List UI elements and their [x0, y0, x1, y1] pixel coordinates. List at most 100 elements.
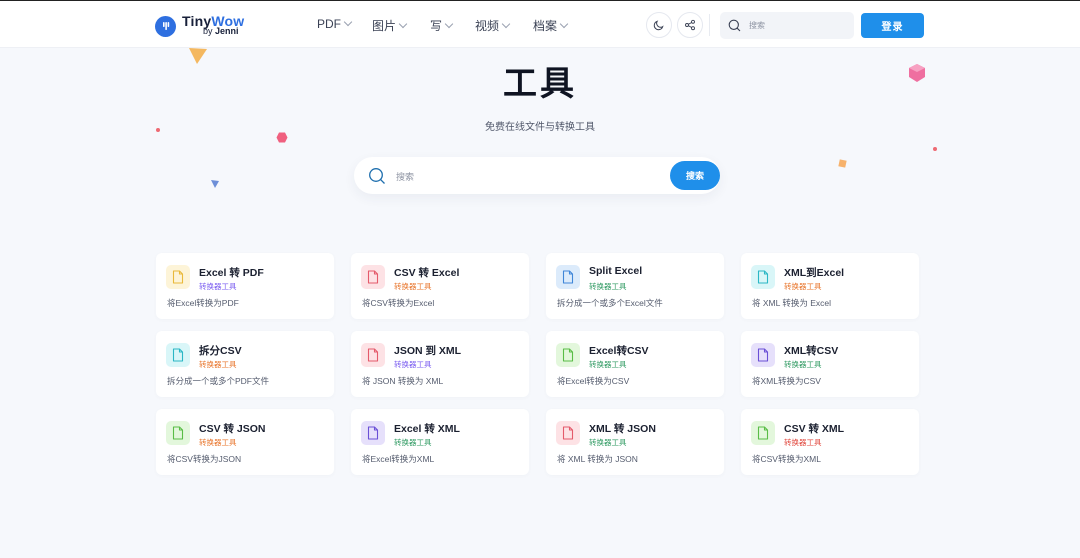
- file-icon: [367, 426, 379, 440]
- tool-card-description: 将 JSON 转换为 XML: [362, 376, 444, 386]
- share-icon: [685, 19, 695, 31]
- decorative-square: [838, 159, 847, 168]
- tool-card[interactable]: JSON 到 XML 转换器工具将 JSON 转换为 XML: [351, 331, 529, 397]
- logo-by-text: by: [203, 26, 213, 36]
- tool-card[interactable]: CSV 转 Excel 转换器工具 将CSV转换为Excel: [351, 253, 529, 319]
- nav-item-label: 图片: [372, 19, 397, 33]
- search-icon: [728, 19, 741, 32]
- nav-item-label: PDF: [317, 17, 341, 31]
- tool-card-tag: 转换器工具: [394, 282, 432, 291]
- tool-card-tag: 转换器工具: [589, 360, 627, 369]
- decorative-small-triangle-icon: [211, 180, 219, 188]
- site-header: TinyWow by Jenni PDF 图片 写 视频 档案 搜索 登录: [0, 1, 1080, 48]
- tool-card-description: 将XML转换为CSV: [752, 376, 821, 386]
- tool-card[interactable]: 拆分CSV 转换器工具拆分成一个或多个PDF文件: [156, 331, 334, 397]
- tool-card-title: CSV 转 Excel: [394, 267, 460, 279]
- tool-card[interactable]: XML转CSV 转换器工具 将XML转换为CSV: [741, 331, 919, 397]
- tool-card[interactable]: CSV 转 JSON 转换器工具 将CSV转换为JSON: [156, 409, 334, 475]
- tool-card-title: Excel 转 XML: [394, 423, 460, 435]
- tool-card-description: 将Excel转换为XML: [362, 454, 435, 464]
- search-icon: [369, 168, 385, 184]
- file-icon: [562, 270, 574, 284]
- chevron-down-icon: [501, 19, 511, 28]
- tool-card[interactable]: Excel 转 XML 转换器工具将Excel转换为XML: [351, 409, 529, 475]
- file-icon: [562, 348, 574, 362]
- tool-card[interactable]: Excel转CSV 转换器工具将Excel转换为CSV: [546, 331, 724, 397]
- tool-card-tag: 转换器工具: [199, 360, 237, 369]
- logo-wordmark: TinyWow by Jenni: [182, 14, 244, 38]
- tool-card-icon-wrap: [166, 343, 190, 367]
- file-icon: [757, 426, 769, 440]
- tool-card[interactable]: Split Excel 转换器工具拆分成一个或多个Excel文件: [546, 253, 724, 319]
- nav-item-file[interactable]: 档案: [533, 17, 569, 34]
- tool-card-tag: 转换器工具: [784, 282, 822, 291]
- header-search-placeholder: 搜索: [749, 21, 765, 30]
- logo[interactable]: TinyWow by Jenni: [155, 13, 244, 39]
- tool-card[interactable]: XML 转 JSON 转换器工具将 XML 转换为 JSON: [546, 409, 724, 475]
- login-button[interactable]: 登录: [861, 13, 924, 38]
- tool-card-description: 拆分成一个或多个Excel文件: [557, 298, 663, 308]
- search-button[interactable]: 搜索: [670, 161, 720, 190]
- logo-brand-text: Jenni: [215, 26, 239, 36]
- tool-card-tag: 转换器工具: [784, 438, 822, 447]
- tool-card[interactable]: CSV 转 XML 转换器工具将CSV转换为XML: [741, 409, 919, 475]
- chevron-down-icon: [559, 19, 569, 28]
- tool-card-icon-wrap: [166, 421, 190, 445]
- nav-item-label: 写: [430, 19, 443, 33]
- tool-card-tag: 转换器工具: [199, 438, 237, 447]
- header-search-input[interactable]: 搜索: [720, 12, 854, 39]
- nav-item-pdf[interactable]: PDF: [317, 17, 353, 31]
- tool-card[interactable]: Excel 转 PDF 转换器工具将Excel转换为PDF: [156, 253, 334, 319]
- main-search-placeholder: 搜索: [396, 172, 415, 182]
- tool-card-tag: 转换器工具: [589, 438, 627, 447]
- tool-card-icon-wrap: [361, 343, 385, 367]
- tool-card-title: CSV 转 XML: [784, 423, 845, 435]
- nav-item-video[interactable]: 视频: [475, 17, 511, 34]
- tool-card-description: 将 XML 转换为 Excel: [752, 298, 832, 308]
- tool-card-title: Excel转CSV: [589, 345, 649, 357]
- tool-card-icon-wrap: [361, 265, 385, 289]
- tool-card-icon-wrap: [751, 265, 775, 289]
- nav-item-label: 档案: [533, 19, 558, 33]
- tool-card-description: 将Excel转换为PDF: [167, 298, 239, 308]
- tool-card-title: 拆分CSV: [199, 345, 242, 357]
- file-icon: [757, 270, 769, 284]
- tool-card-tag: 转换器工具: [394, 438, 432, 447]
- chevron-down-icon: [444, 19, 454, 28]
- tool-card-icon-wrap: [556, 343, 580, 367]
- header-divider: [709, 14, 710, 36]
- file-icon: [367, 348, 379, 362]
- tool-card-icon-wrap: [751, 421, 775, 445]
- tool-card-description: 将Excel转换为CSV: [557, 376, 630, 386]
- tool-card-description: 将CSV转换为XML: [752, 454, 821, 464]
- tool-card-title: JSON 到 XML: [394, 345, 462, 357]
- tool-card-tag: 转换器工具: [394, 360, 432, 369]
- file-icon: [172, 426, 184, 440]
- tool-card-title: Excel 转 PDF: [199, 267, 264, 279]
- share-button[interactable]: [677, 12, 703, 38]
- file-icon: [172, 348, 184, 362]
- tool-card-icon-wrap: [166, 265, 190, 289]
- nav-item-write[interactable]: 写: [430, 17, 454, 34]
- page-subtitle: 免费在线文件与转换工具: [485, 122, 595, 133]
- tool-card-description: 拆分成一个或多个PDF文件: [167, 376, 270, 386]
- tool-card-title: CSV 转 JSON: [199, 423, 266, 435]
- tool-card-title: XML 转 JSON: [589, 423, 656, 435]
- file-icon: [757, 348, 769, 362]
- tool-card-icon-wrap: [751, 343, 775, 367]
- page-title: 工具: [503, 65, 577, 103]
- chevron-down-icon: [398, 19, 408, 28]
- theme-toggle-button[interactable]: [646, 12, 672, 38]
- file-icon: [367, 270, 379, 284]
- tool-card[interactable]: XML到Excel 转换器工具将 XML 转换为 Excel: [741, 253, 919, 319]
- tool-card-title: Split Excel: [589, 265, 643, 277]
- tool-card-icon-wrap: [556, 265, 580, 289]
- nav-item-label: 视频: [475, 19, 500, 33]
- main-search-input[interactable]: 搜索: [354, 157, 720, 194]
- tool-card-title: XML到Excel: [784, 267, 845, 279]
- nav-item-image[interactable]: 图片: [372, 17, 408, 34]
- tool-card-tag: 转换器工具: [589, 282, 627, 291]
- tool-card-icon-wrap: [556, 421, 580, 445]
- tool-card-tag: 转换器工具: [199, 282, 237, 291]
- tool-card-title: XML转CSV: [784, 345, 839, 357]
